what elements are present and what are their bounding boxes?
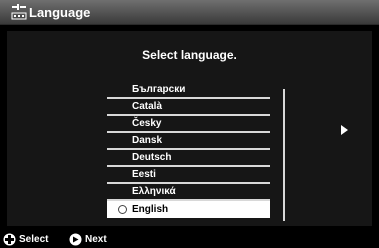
dpad-icon [3, 233, 16, 246]
next-hint-label: Next [85, 234, 107, 245]
select-hint-label: Select [19, 234, 49, 245]
language-label: Dansk [132, 135, 163, 146]
next-arrow-icon [69, 233, 82, 246]
scrollbar[interactable] [283, 89, 285, 221]
language-option[interactable]: Deutsch [107, 150, 270, 167]
next-hint: Next [69, 233, 107, 246]
footer-hints: Select Next [0, 230, 379, 248]
title-divider [0, 24, 379, 25]
language-list: Български Català Česky Dansk Deutsch Ees… [107, 82, 270, 218]
language-option[interactable]: Català [107, 99, 270, 116]
language-label: Eesti [132, 169, 156, 180]
language-option[interactable]: Ελληνικά [107, 184, 270, 201]
language-label: Български [132, 84, 186, 95]
language-option[interactable]: Eesti [107, 167, 270, 184]
language-label: Català [132, 101, 163, 112]
language-option[interactable]: Česky [107, 116, 270, 133]
settings-icon [11, 4, 27, 20]
next-page-arrow-icon[interactable] [341, 125, 348, 135]
language-label: Česky [132, 118, 162, 129]
title-bar: Language [0, 0, 379, 24]
language-option[interactable]: Dansk [107, 133, 270, 150]
language-option-selected[interactable]: English [107, 201, 270, 218]
radio-icon [118, 205, 127, 214]
language-label: Deutsch [132, 152, 172, 163]
page-title: Language [29, 5, 91, 20]
select-language-prompt: Select language. [142, 48, 237, 62]
select-hint: Select [3, 233, 48, 246]
language-option[interactable]: Български [107, 82, 270, 99]
language-label: Ελληνικά [132, 186, 176, 197]
language-label: English [132, 204, 169, 215]
